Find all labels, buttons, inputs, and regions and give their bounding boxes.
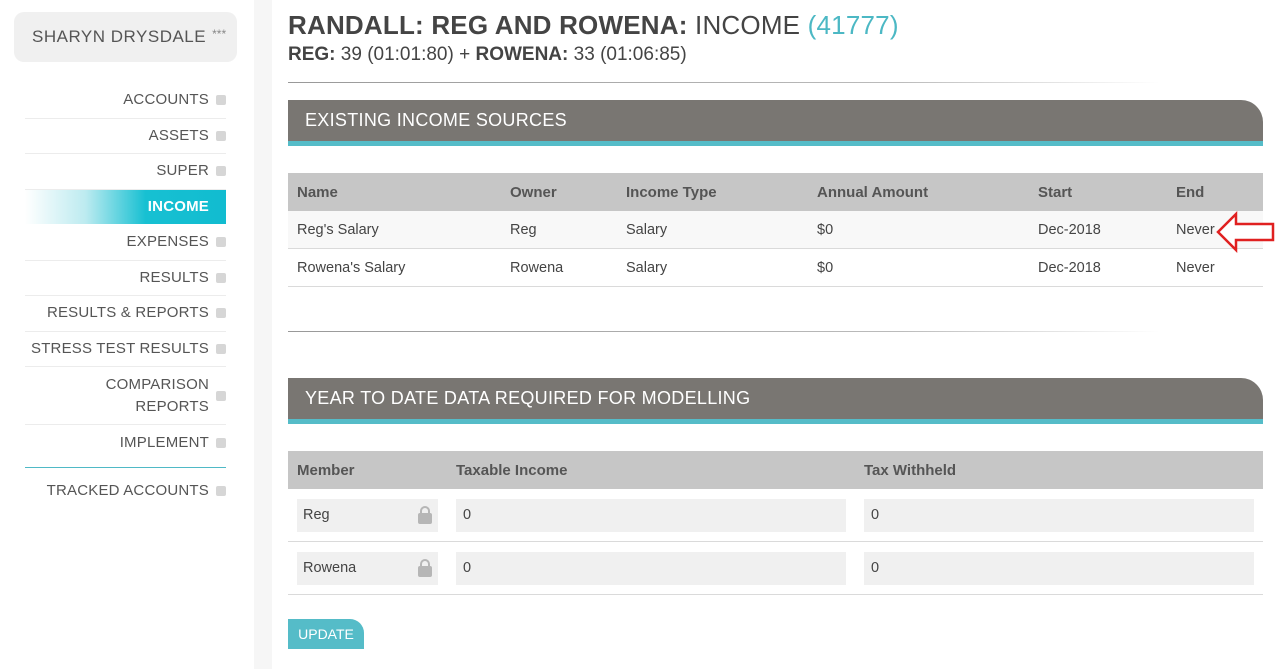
square-icon (216, 95, 226, 106)
lock-icon (418, 559, 432, 577)
table-row[interactable]: Rowena's Salary Rowena Salary $0 Dec-201… (288, 249, 1263, 287)
cell-start: Dec-2018 (1038, 221, 1101, 238)
square-icon (216, 166, 226, 177)
cell-name: Reg's Salary (297, 221, 379, 238)
sidebar-item-label: IMPLEMENT (119, 433, 209, 451)
table-header: Member Taxable Income Tax Withheld (288, 451, 1263, 489)
square-icon (216, 130, 226, 141)
member-rowena-label: ROWENA: (475, 44, 569, 65)
sidebar-item-income[interactable]: INCOME (25, 189, 226, 225)
sidebar-item-label: EXPENSES (126, 233, 209, 251)
panel-title: YEAR TO DATE DATA REQUIRED FOR MODELLING (305, 388, 751, 408)
user-box[interactable]: SHARYN DRYSDALE *** (14, 12, 237, 62)
member-reg-value: 39 (01:01:80) (340, 44, 454, 65)
cell-annual-amount: $0 (817, 259, 834, 276)
panel-title: EXISTING INCOME SOURCES (305, 110, 567, 130)
square-icon (216, 486, 226, 497)
cell-end: Never (1176, 259, 1215, 276)
tax-withheld-input[interactable] (864, 498, 1254, 532)
divider (288, 331, 1160, 332)
member-name: Reg (303, 507, 330, 523)
member-rowena-value: 33 (01:06:85) (573, 44, 687, 65)
cell-name: Rowena's Salary (297, 259, 406, 276)
member-field: Rowena (297, 551, 438, 585)
page-title-id: (41777) (807, 10, 899, 40)
sidebar-item-comparison-reports[interactable]: COMPARISON REPORTS (25, 367, 226, 425)
page-subtitle: REG: 39 (01:01:80) + ROWENA: 33 (01:06:8… (288, 44, 687, 66)
cell-owner: Rowena (510, 259, 564, 276)
sidebar-item-expenses[interactable]: EXPENSES (25, 225, 226, 261)
lock-icon (418, 506, 432, 524)
taxable-income-input[interactable] (456, 498, 846, 532)
sidebar-item-label: INCOME (147, 197, 209, 215)
sidebar-item-label: COMPARISON REPORTS (105, 375, 209, 415)
sidebar: SHARYN DRYSDALE *** ACCOUNTS ASSETS SUPE… (0, 0, 254, 669)
ytd-header: YEAR TO DATE DATA REQUIRED FOR MODELLING (288, 378, 1263, 424)
member-name: Rowena (303, 560, 357, 576)
square-icon (216, 390, 226, 401)
cell-annual-amount: $0 (817, 221, 834, 238)
income-sources-header: EXISTING INCOME SOURCES (288, 100, 1263, 146)
ytd-table: Member Taxable Income Tax Withheld Reg R… (288, 451, 1263, 595)
sidebar-item-label: RESULTS & REPORTS (46, 304, 209, 322)
column-header-end[interactable]: End (1167, 184, 1263, 201)
table-header: Name Owner Income Type Annual Amount Sta… (288, 173, 1263, 211)
column-header-owner[interactable]: Owner (501, 184, 617, 201)
column-header-income-type[interactable]: Income Type (617, 184, 808, 201)
sidebar-item-stress-test-results[interactable]: STRESS TEST RESULTS (25, 332, 226, 367)
table-row[interactable]: Reg's Salary Reg Salary $0 Dec-2018 Neve… (288, 211, 1263, 249)
table-row: Rowena (288, 542, 1263, 595)
taxable-income-input[interactable] (456, 551, 846, 585)
column-header-taxable-income: Taxable Income (456, 461, 568, 479)
sidebar-item-label: STRESS TEST RESULTS (30, 339, 209, 357)
sidebar-item-label: ASSETS (148, 126, 209, 144)
column-header-member: Member (297, 461, 355, 479)
update-button[interactable]: UPDATE (288, 619, 364, 649)
square-icon (216, 272, 226, 283)
sidebar-nav: ACCOUNTS ASSETS SUPER INCOME EXPENSES RE… (25, 83, 226, 509)
page-title-section: INCOME (695, 10, 801, 40)
column-header-annual-amount[interactable]: Annual Amount (808, 184, 1029, 201)
sidebar-item-results-reports[interactable]: RESULTS & REPORTS (25, 296, 226, 332)
member-reg-label: REG: (288, 44, 336, 65)
sidebar-item-results[interactable]: RESULTS (25, 261, 226, 296)
column-header-tax-withheld: Tax Withheld (864, 461, 957, 479)
sidebar-item-label: SUPER (156, 162, 209, 180)
sidebar-item-tracked-accounts[interactable]: TRACKED ACCOUNTS (25, 474, 226, 510)
square-icon (216, 237, 226, 248)
sidebar-item-assets[interactable]: ASSETS (25, 119, 226, 154)
plus-sign: + (459, 44, 471, 65)
column-header-name[interactable]: Name (288, 184, 501, 201)
sidebar-item-label: RESULTS (139, 268, 209, 286)
user-name: SHARYN DRYSDALE (32, 27, 207, 46)
sidebar-item-label: TRACKED ACCOUNTS (46, 482, 209, 500)
nav-divider (25, 466, 226, 468)
column-header-start[interactable]: Start (1029, 184, 1167, 201)
page-title-client: RANDALL: REG AND ROWENA: (288, 10, 688, 40)
annotation-arrow-icon (1216, 210, 1275, 254)
sidebar-gutter (254, 0, 272, 669)
tax-withheld-input[interactable] (864, 551, 1254, 585)
square-icon (216, 343, 226, 354)
cell-income-type: Salary (626, 221, 668, 238)
square-icon (216, 308, 226, 319)
cell-owner: Reg (510, 221, 537, 238)
table-row: Reg (288, 489, 1263, 542)
user-stars: *** (212, 27, 227, 41)
divider (288, 82, 1160, 83)
sidebar-item-accounts[interactable]: ACCOUNTS (25, 83, 226, 119)
sidebar-item-label: ACCOUNTS (123, 91, 209, 109)
member-field: Reg (297, 498, 438, 532)
square-icon (216, 437, 226, 448)
sidebar-item-implement[interactable]: IMPLEMENT (25, 425, 226, 461)
income-sources-table: Name Owner Income Type Annual Amount Sta… (288, 173, 1263, 287)
cell-start: Dec-2018 (1038, 259, 1101, 276)
cell-income-type: Salary (626, 259, 668, 276)
sidebar-item-super[interactable]: SUPER (25, 154, 226, 190)
page-title: RANDALL: REG AND ROWENA: INCOME (41777) (288, 10, 899, 41)
